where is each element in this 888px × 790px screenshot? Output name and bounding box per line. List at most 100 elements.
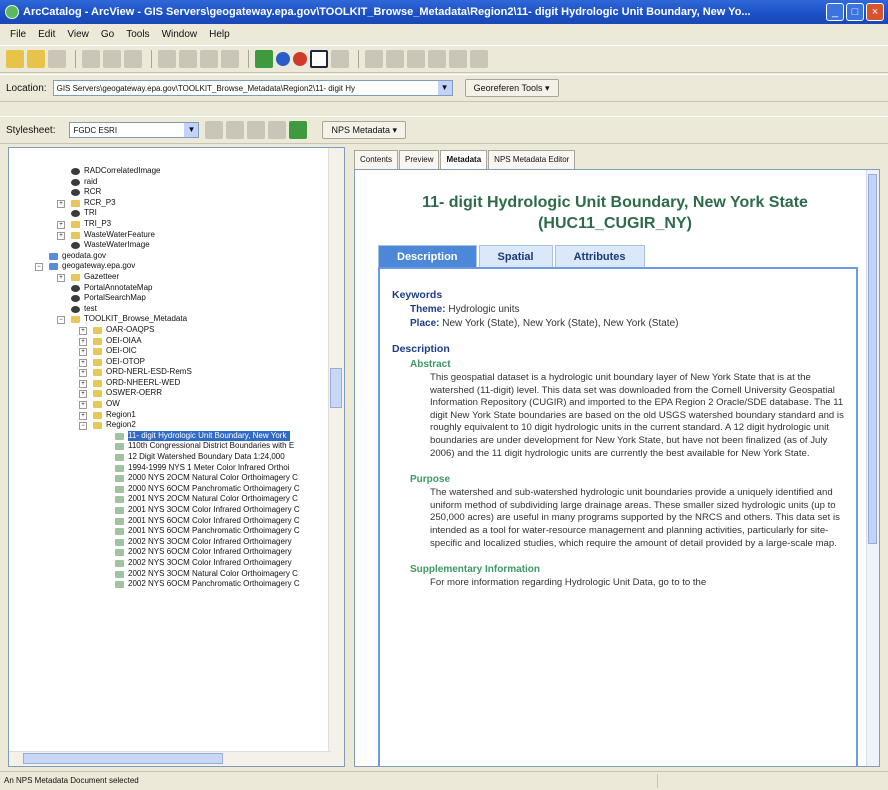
collapse-icon[interactable]: −	[79, 422, 87, 431]
expand-icon[interactable]: +	[79, 379, 87, 388]
tab-contents[interactable]: Contents	[354, 150, 399, 169]
export-metadata-icon[interactable]	[268, 121, 287, 139]
copy-icon[interactable]	[82, 50, 100, 68]
tree-item[interactable]: − geogateway.epa.gov	[9, 261, 331, 272]
delete-icon[interactable]	[124, 50, 142, 68]
expand-icon[interactable]: +	[79, 348, 87, 357]
tree-item[interactable]: + OW	[9, 399, 331, 410]
tree-item[interactable]: − TOOLKIT_Browse_Metadata	[9, 314, 331, 325]
pan-icon[interactable]	[407, 50, 425, 68]
expand-icon[interactable]: +	[57, 220, 65, 229]
expand-icon[interactable]: +	[57, 273, 65, 282]
tab-preview[interactable]: Preview	[399, 150, 440, 169]
tree-item[interactable]: 2000 NYS 2OCM Natural Color Orthoimagery…	[9, 473, 331, 484]
zoom-out-icon[interactable]	[386, 50, 404, 68]
up-one-level-icon[interactable]	[6, 50, 24, 68]
connect-folder-icon[interactable]	[27, 50, 45, 68]
location-combo[interactable]: GIS Servers\geogateway.epa.gov\TOOLKIT_B…	[52, 80, 453, 96]
tree-item[interactable]: + WasteWaterFeature	[9, 230, 331, 241]
tree-item[interactable]: 12 Digit Watershed Boundary Data 1:24,00…	[9, 452, 331, 463]
expand-icon[interactable]: +	[79, 390, 87, 399]
expand-icon[interactable]: +	[79, 358, 87, 367]
tree-item[interactable]: 2000 NYS 6OCM Panchromatic Orthoimagery …	[9, 484, 331, 495]
tab-description[interactable]: Description	[378, 245, 477, 267]
stylesheet-combo[interactable]: FGDC ESRI ▼	[69, 122, 200, 138]
expand-icon[interactable]: +	[57, 199, 65, 208]
tree-item[interactable]: 11- digit Hydrologic Unit Boundary, New …	[9, 430, 331, 442]
create-thumbnail-icon[interactable]	[470, 50, 488, 68]
chevron-down-icon[interactable]: ▼	[184, 123, 199, 137]
tree-item[interactable]: 2001 NYS 3OCM Color Infrared Orthoimager…	[9, 505, 331, 516]
import-metadata-icon[interactable]	[247, 121, 266, 139]
tree-item[interactable]: + OSWER-OERR	[9, 388, 331, 399]
tree-item[interactable]: PortalAnnotateMap	[9, 283, 331, 294]
tree-item[interactable]: 110th Congressional District Boundaries …	[9, 441, 331, 452]
menu-view[interactable]: View	[61, 29, 95, 40]
large-icons-icon[interactable]	[158, 50, 176, 68]
tab-attributes[interactable]: Attributes	[554, 245, 645, 267]
menu-edit[interactable]: Edit	[32, 29, 61, 40]
identify-icon[interactable]	[449, 50, 467, 68]
model-builder-icon[interactable]	[310, 50, 328, 68]
tree-item[interactable]: + Gazetteer	[9, 272, 331, 283]
tree-item[interactable]: + Region1	[9, 410, 331, 421]
tree-item[interactable]: + RCR_P3	[9, 198, 331, 209]
list-icon[interactable]	[179, 50, 197, 68]
tree-item[interactable]: test	[9, 304, 331, 315]
tree-item[interactable]: geodata.gov	[9, 251, 331, 262]
zoom-in-icon[interactable]	[365, 50, 383, 68]
tree-item[interactable]: WasteWaterImage	[9, 240, 331, 251]
tree-item[interactable]: 2001 NYS 6OCM Panchromatic Orthoimagery …	[9, 526, 331, 537]
catalog-tree-pane[interactable]: RADCorrelatedImage raid RCR + RCR_P3 TRI + TRI_…	[8, 147, 345, 767]
whats-this-icon[interactable]	[331, 50, 349, 68]
arctoolbox-icon[interactable]	[276, 52, 290, 66]
chevron-down-icon[interactable]: ▼	[437, 81, 452, 95]
expand-icon[interactable]: +	[57, 231, 65, 240]
command-line-icon[interactable]	[293, 52, 307, 66]
tree-item[interactable]: TRI	[9, 208, 331, 219]
tree-item[interactable]: + ORD-NHEERL-WED	[9, 378, 331, 389]
menu-tools[interactable]: Tools	[120, 29, 155, 40]
tree-item[interactable]: + OEI-OIAA	[9, 336, 331, 347]
full-extent-icon[interactable]	[428, 50, 446, 68]
menu-go[interactable]: Go	[95, 29, 120, 40]
tree-item[interactable]: PortalSearchMap	[9, 293, 331, 304]
metadata-properties-icon[interactable]	[226, 121, 245, 139]
tab-spatial[interactable]: Spatial	[478, 245, 553, 267]
tree-item[interactable]: raid	[9, 177, 331, 188]
menu-help[interactable]: Help	[203, 29, 236, 40]
scrollbar-thumb[interactable]	[330, 368, 342, 408]
tree-item[interactable]: + OEI-OTOP	[9, 357, 331, 368]
tab-nps-metadata-editor[interactable]: NPS Metadata Editor	[488, 150, 576, 169]
launch-arcmap-icon[interactable]	[255, 50, 273, 68]
tree-item[interactable]: 1994-1999 NYS 1 Meter Color Infrared Ort…	[9, 463, 331, 474]
menu-window[interactable]: Window	[156, 29, 204, 40]
paste-icon[interactable]	[103, 50, 121, 68]
edit-metadata-icon[interactable]	[205, 121, 224, 139]
collapse-icon[interactable]: −	[35, 263, 43, 272]
tree-item[interactable]: + TRI_P3	[9, 219, 331, 230]
tree-item[interactable]: + OAR-OAQPS	[9, 325, 331, 336]
tree-item[interactable]: 2002 NYS 3OCM Color Infrared Orthoimager…	[9, 558, 331, 569]
close-button[interactable]: ×	[866, 3, 884, 21]
expand-icon[interactable]: +	[79, 337, 87, 346]
tree-item[interactable]: 2002 NYS 6OCM Color Infrared Orthoimager…	[9, 547, 331, 558]
tree-item[interactable]: 2002 NYS 6OCM Panchromatic Orthoimagery …	[9, 579, 331, 590]
tree-vertical-scrollbar[interactable]	[328, 148, 344, 766]
tree-item[interactable]: + OEI-OIC	[9, 346, 331, 357]
minimize-button[interactable]: _	[826, 3, 844, 21]
tree-item[interactable]: 2001 NYS 6OCM Color Infrared Orthoimager…	[9, 516, 331, 527]
tree-item[interactable]: + ORD-NERL-ESD-RemS	[9, 367, 331, 378]
tree-item[interactable]: 2002 NYS 3OCM Natural Color Orthoimagery…	[9, 569, 331, 580]
disconnect-folder-icon[interactable]	[48, 50, 66, 68]
tree-item[interactable]: − Region2	[9, 420, 331, 431]
tree-item[interactable]: 2002 NYS 3OCM Color Infrared Orthoimager…	[9, 537, 331, 548]
tree-item[interactable]: RCR	[9, 187, 331, 198]
tab-metadata[interactable]: Metadata	[440, 150, 488, 169]
details-icon[interactable]	[200, 50, 218, 68]
scrollbar-thumb[interactable]	[23, 753, 223, 764]
thumbnails-icon[interactable]	[221, 50, 239, 68]
update-metadata-icon[interactable]	[289, 121, 308, 139]
menu-file[interactable]: File	[4, 29, 32, 40]
expand-icon[interactable]: +	[79, 369, 87, 378]
